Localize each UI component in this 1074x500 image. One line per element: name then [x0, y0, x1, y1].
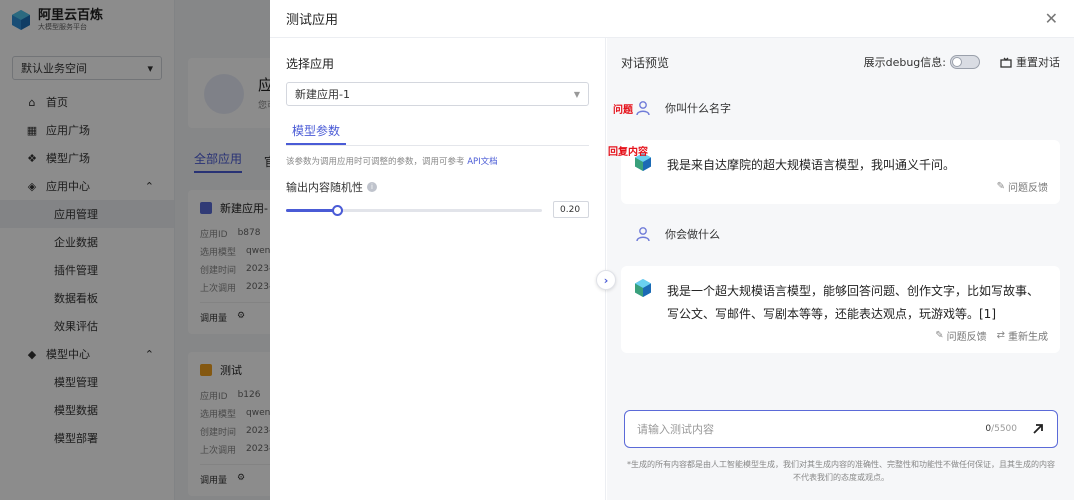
feedback-button[interactable]: ✎ 问题反馈 — [997, 179, 1048, 194]
reset-chat-label: 重置对话 — [1016, 56, 1060, 69]
param-hint: 该参数为调用应用时可调整的参数，调用可参考 API文档 — [286, 155, 589, 167]
app-select[interactable]: 新建应用-1 ▼ — [286, 82, 589, 106]
chat-tools: 展示debug信息: 重置对话 — [864, 54, 1060, 70]
refresh-icon: ⇄ — [996, 330, 1005, 341]
message-actions: ✎ 问题反馈 — [667, 179, 1048, 194]
user-message-text: 你叫什么名字 — [665, 102, 731, 115]
randomness-slider[interactable] — [286, 203, 542, 217]
char-count-max: /5500 — [991, 424, 1017, 434]
randomness-value-input[interactable]: 0.20 — [553, 201, 589, 218]
chat-preview-pane: 对话预览 展示debug信息: 重置对话 你叫什么名字 我是来自达摩院的超大规模… — [607, 38, 1074, 500]
debug-label: 展示debug信息: — [863, 56, 946, 69]
modal-header: 测试应用 ✕ — [270, 0, 1074, 38]
test-app-modal: 测试应用 ✕ 选择应用 新建应用-1 ▼ 模型参数 该参数为调用应用时可调整的参… — [270, 0, 1074, 500]
chevron-right-icon[interactable]: › — [596, 270, 616, 290]
message-actions: ✎ 问题反馈 ⇄ 重新生成 — [667, 328, 1048, 343]
bot-message: 我是来自达摩院的超大规模语言模型，我叫通义千问。 ✎ 问题反馈 — [621, 140, 1060, 204]
user-message: 你叫什么名字 — [635, 100, 731, 116]
randomness-field: 输出内容随机性 i — [286, 179, 589, 195]
close-icon[interactable]: ✕ — [1045, 10, 1058, 27]
modal-title: 测试应用 — [286, 13, 339, 28]
reset-icon — [1000, 57, 1012, 68]
annotation-reply: 回复内容 — [608, 147, 648, 158]
param-tabs: 模型参数 — [286, 118, 589, 146]
char-counter: 0/5500 — [985, 424, 1017, 434]
disclaimer: *生成的所有内容都是由人工智能模型生成，我们对其生成内容的准确性、完整性和功能性… — [627, 460, 1055, 482]
bot-message: 我是一个超大规模语言模型，能够回答问题、创作文字，比如写故事、写公文、写邮件、写… — [621, 266, 1060, 353]
reset-chat-button[interactable]: 重置对话 — [1000, 54, 1060, 70]
regenerate-label: 重新生成 — [1008, 332, 1048, 343]
randomness-control: 0.20 — [286, 201, 589, 218]
bot-avatar-icon — [635, 279, 651, 297]
app-select-value: 新建应用-1 — [295, 88, 350, 101]
api-doc-link[interactable]: API文档 — [467, 157, 497, 167]
info-icon[interactable]: i — [367, 182, 377, 192]
config-pane: 选择应用 新建应用-1 ▼ 模型参数 该参数为调用应用时可调整的参数，调用可参考… — [270, 38, 606, 500]
param-hint-text: 该参数为调用应用时可调整的参数，调用可参考 — [286, 157, 465, 167]
tab-model-params[interactable]: 模型参数 — [286, 118, 347, 145]
send-button[interactable] — [1031, 422, 1045, 436]
send-arrow-icon — [1033, 424, 1043, 434]
edit-icon: ✎ — [996, 181, 1005, 192]
chat-input-box: 0/5500 — [624, 410, 1058, 448]
input-tools: 0/5500 — [985, 422, 1045, 436]
chat-input[interactable] — [637, 422, 937, 436]
randomness-label: 输出内容随机性 — [286, 181, 363, 194]
annotation-question: 问题 — [613, 105, 633, 116]
user-message: 你会做什么 — [635, 226, 720, 242]
feedback-button[interactable]: ✎ 问题反馈 — [935, 328, 986, 343]
select-app-label: 选择应用 — [286, 57, 335, 71]
edit-icon: ✎ — [935, 330, 944, 341]
feedback-label: 问题反馈 — [946, 332, 987, 343]
debug-toggle[interactable] — [950, 55, 980, 69]
caret-down-icon: ▼ — [573, 89, 580, 99]
chat-title: 对话预览 — [621, 55, 670, 70]
feedback-label: 问题反馈 — [1008, 183, 1048, 194]
user-message-text: 你会做什么 — [665, 228, 720, 241]
slider-fill — [286, 208, 338, 212]
slider-handle[interactable] — [332, 204, 344, 216]
user-avatar-icon — [636, 101, 650, 116]
user-avatar-icon — [636, 227, 650, 242]
regenerate-button[interactable]: ⇄ 重新生成 — [997, 328, 1048, 343]
debug-toggle-group: 展示debug信息: — [864, 54, 980, 70]
bot-message-text: 我是一个超大规模语言模型，能够回答问题、创作文字，比如写故事、写公文、写邮件、写… — [667, 284, 1040, 321]
chat-header: 对话预览 展示debug信息: 重置对话 — [607, 38, 1074, 86]
bot-message-text: 我是来自达摩院的超大规模语言模型，我叫通义千问。 — [667, 158, 956, 172]
toggle-knob — [952, 57, 962, 67]
